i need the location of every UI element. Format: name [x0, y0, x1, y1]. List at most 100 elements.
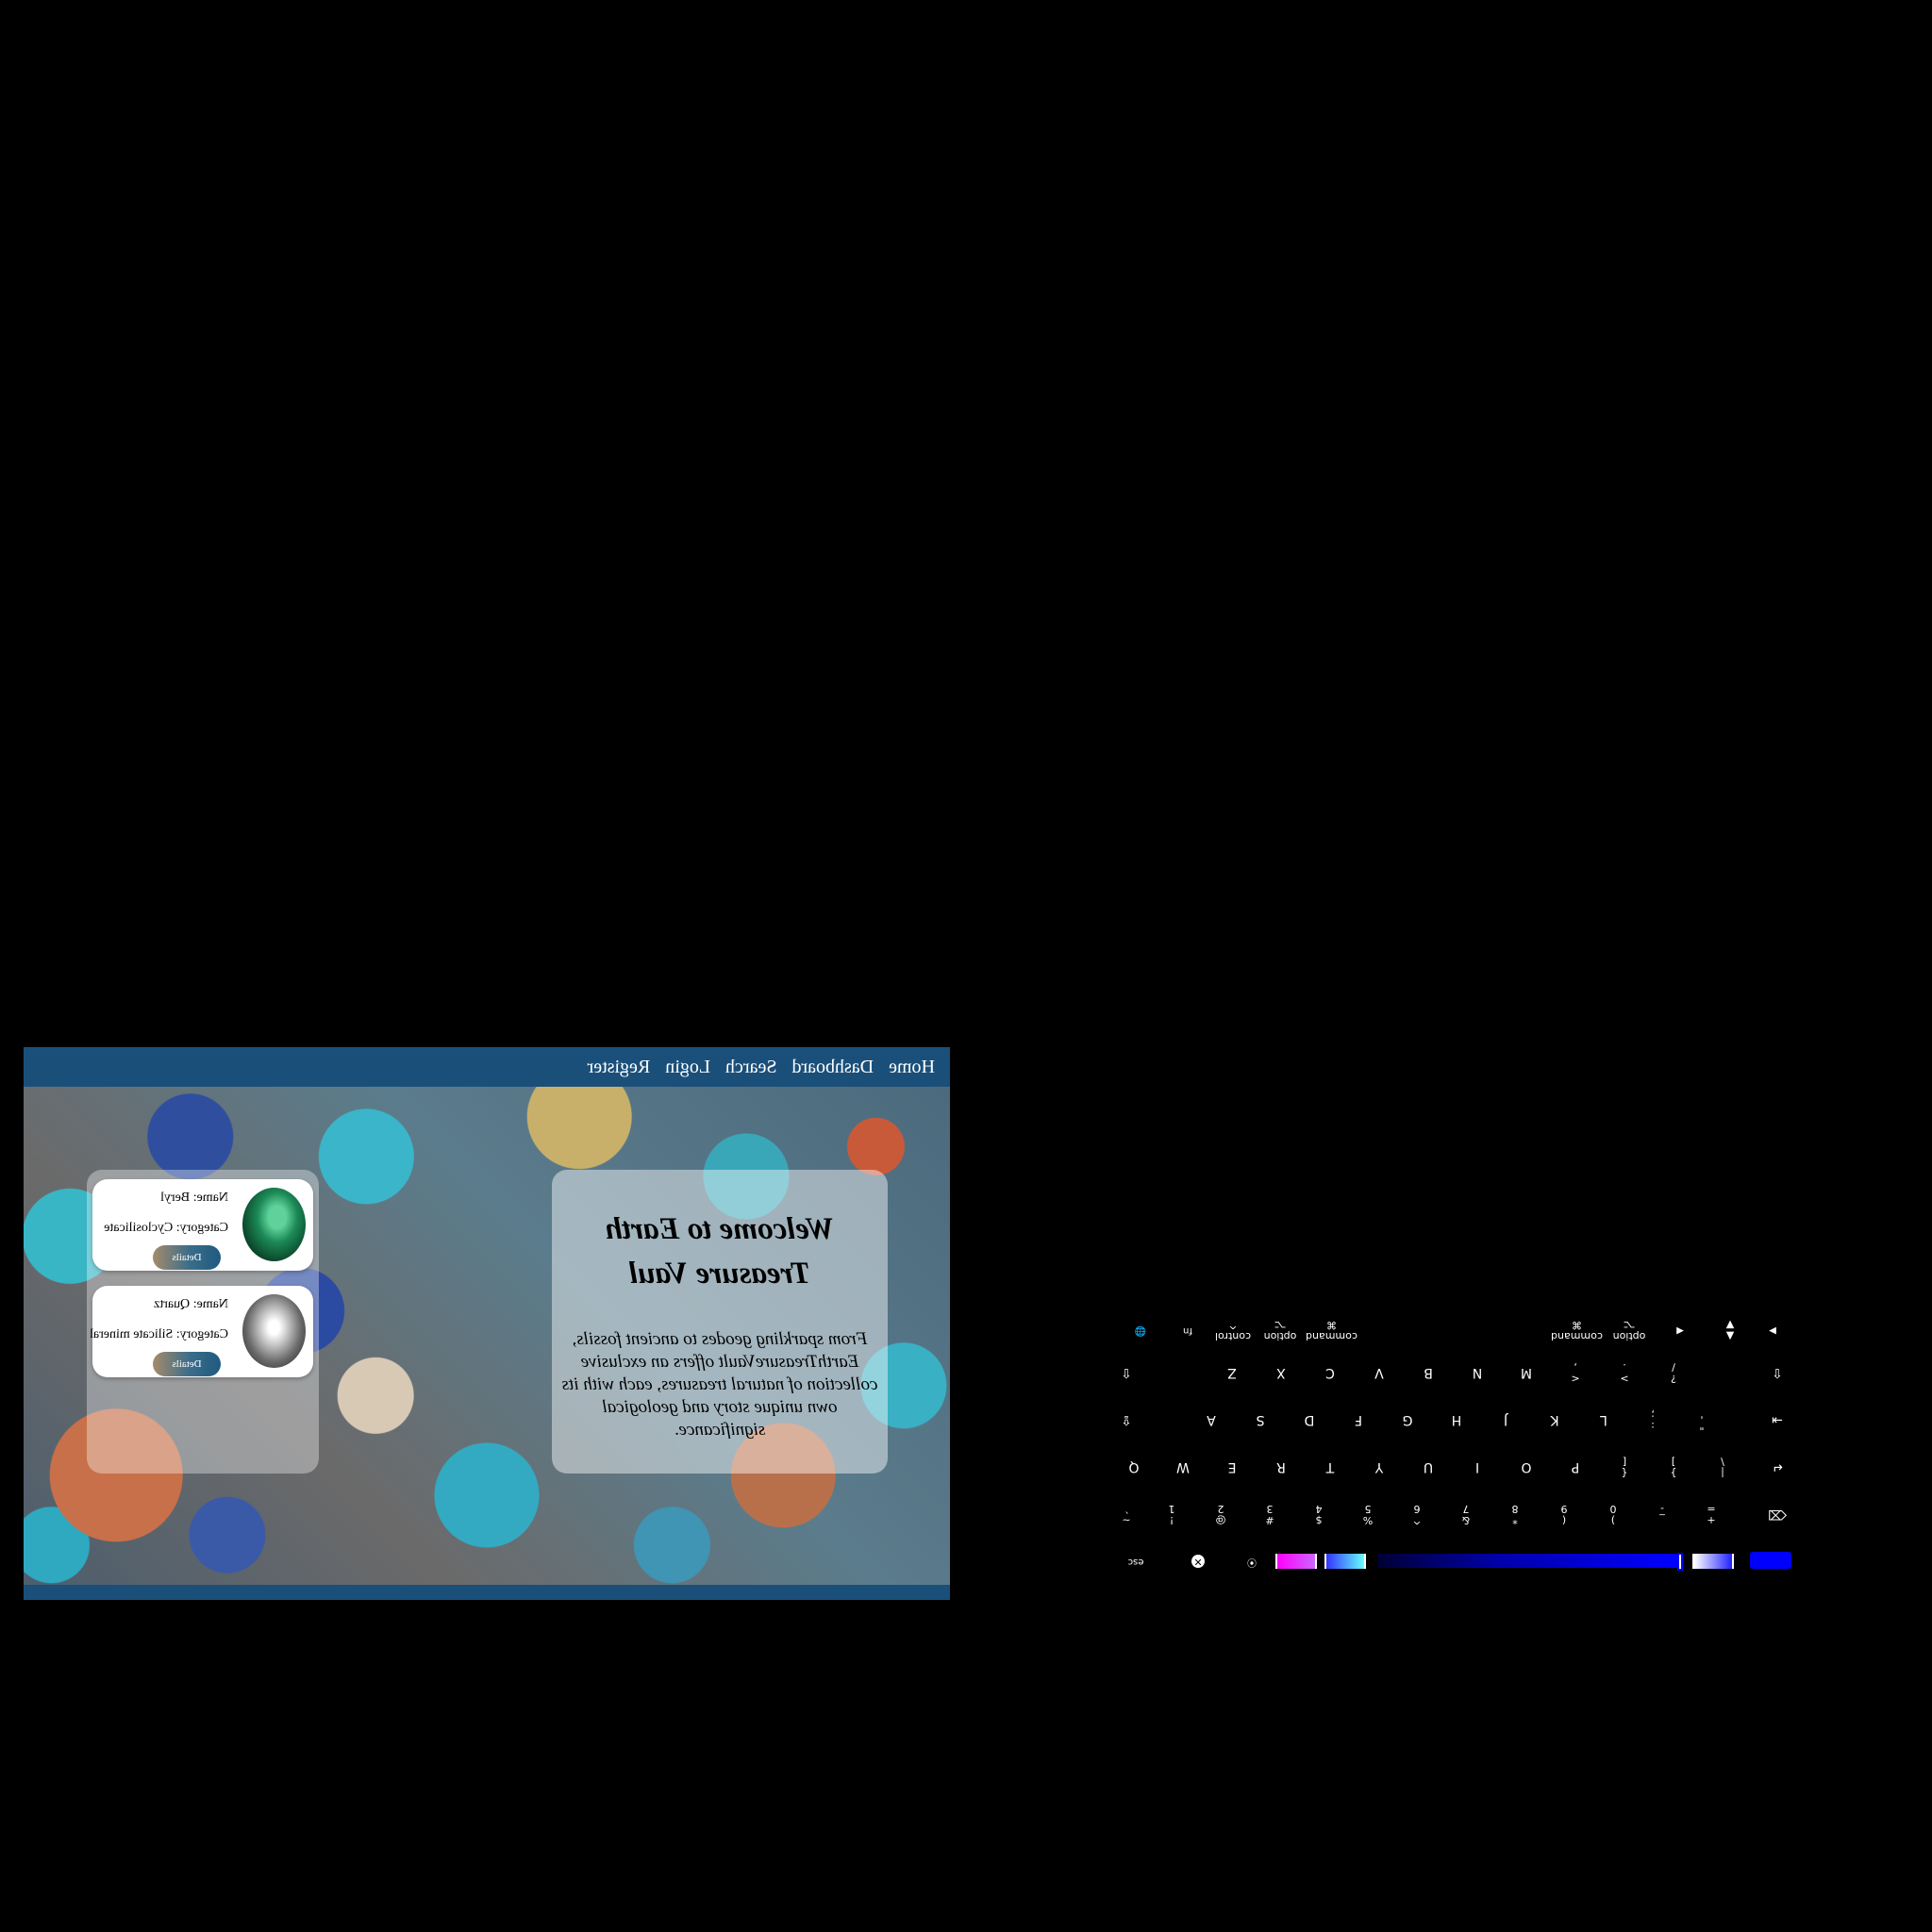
gem-name: Name: Quartz	[154, 1297, 228, 1311]
key-period[interactable]: >.	[1606, 1354, 1643, 1391]
key-p[interactable]: P	[1557, 1448, 1594, 1486]
blue-color-swatch[interactable]	[1750, 1552, 1791, 1569]
opacity-swatch[interactable]	[1692, 1554, 1734, 1569]
key-4[interactable]: $4	[1300, 1495, 1338, 1533]
key-backslash[interactable]: | \	[1704, 1448, 1741, 1486]
nav-register-link[interactable]: Register	[588, 1057, 651, 1078]
key-a[interactable]: A	[1192, 1401, 1230, 1439]
key-semicolon[interactable]: :;	[1634, 1401, 1672, 1439]
cyan-swatch[interactable]	[1324, 1554, 1366, 1569]
key-u[interactable]: U	[1409, 1448, 1447, 1486]
key-top: ?	[1671, 1373, 1676, 1385]
key-backtick[interactable]: ~ `	[1108, 1495, 1145, 1533]
shift-key-right[interactable]: ⇧	[1758, 1354, 1796, 1391]
key-top: control	[1214, 1330, 1252, 1342]
key-top: )	[1610, 1514, 1616, 1526]
key-y[interactable]: Y	[1360, 1448, 1398, 1486]
key-v[interactable]: V	[1360, 1354, 1398, 1391]
key-w[interactable]: W	[1164, 1448, 1202, 1486]
key-h[interactable]: H	[1438, 1401, 1475, 1439]
details-button[interactable]: Details	[153, 1352, 221, 1376]
key-x[interactable]: X	[1262, 1354, 1300, 1391]
key-r[interactable]: R	[1262, 1448, 1300, 1486]
key-t[interactable]: T	[1311, 1448, 1349, 1486]
option-key-left[interactable]: option ⌥	[1257, 1311, 1304, 1349]
welcome-panel: Welcome to Earth Treasure Vaul From spar…	[552, 1170, 888, 1474]
esc-key[interactable]: esc	[1117, 1542, 1155, 1580]
key-bot: /	[1672, 1361, 1675, 1374]
key-c[interactable]: C	[1311, 1354, 1349, 1391]
key-top: &	[1461, 1514, 1471, 1526]
magenta-swatch[interactable]	[1275, 1554, 1317, 1569]
key-top: @	[1215, 1514, 1226, 1526]
key-1[interactable]: ! 1	[1153, 1495, 1191, 1533]
key-l[interactable]: L	[1585, 1401, 1623, 1439]
arrow-up-down-keys[interactable]: ▲ ▼	[1716, 1311, 1744, 1349]
key-j[interactable]: J	[1487, 1401, 1524, 1439]
details-button[interactable]: Details	[153, 1245, 221, 1270]
key-left-bracket[interactable]: {[	[1606, 1448, 1643, 1486]
key-bot: ⌘	[1326, 1319, 1337, 1331]
rainbow-icon[interactable]: ⦿	[1238, 1542, 1266, 1580]
key-o[interactable]: O	[1507, 1448, 1545, 1486]
key-9[interactable]: (9	[1545, 1495, 1583, 1533]
hero-rocks-background: Welcome to Earth Treasure Vaul From spar…	[24, 1087, 950, 1585]
fn-key[interactable]: fn	[1174, 1311, 1202, 1349]
caps-lock-key[interactable]: ⇪	[1108, 1401, 1145, 1439]
key-b[interactable]: B	[1409, 1354, 1447, 1391]
nav-home-link[interactable]: Home	[889, 1057, 935, 1078]
key-bot: ^	[1228, 1319, 1238, 1331]
key-bot: ⌘	[1572, 1319, 1582, 1331]
key-comma[interactable]: <,	[1557, 1354, 1594, 1391]
key-minus[interactable]: _ -	[1643, 1495, 1681, 1533]
key-bot: ⌥	[1274, 1319, 1287, 1331]
keyboard-toolbar: ⦿ ✕ esc	[1102, 1542, 1806, 1580]
nav-dashboard-link[interactable]: Dashboard	[791, 1057, 874, 1078]
arrow-right-key[interactable]: ▶	[1758, 1311, 1787, 1349]
option-key-right[interactable]: option ⌥	[1606, 1311, 1653, 1349]
key-0[interactable]: ) 0	[1594, 1495, 1632, 1533]
key-quote[interactable]: " '	[1683, 1401, 1721, 1439]
command-key-right[interactable]: command ⌘	[1551, 1311, 1603, 1349]
key-f[interactable]: F	[1340, 1401, 1377, 1439]
key-e[interactable]: E	[1213, 1448, 1251, 1486]
key-3[interactable]: #3	[1251, 1495, 1289, 1533]
key-bot: .	[1623, 1361, 1626, 1374]
key-bot: 0	[1609, 1503, 1617, 1515]
key-g[interactable]: G	[1389, 1401, 1426, 1439]
key-s[interactable]: S	[1241, 1401, 1279, 1439]
key-5[interactable]: % 5	[1349, 1495, 1387, 1533]
nav-search-link[interactable]: Search	[725, 1057, 776, 1078]
shift-key-left[interactable]: ⇧	[1108, 1354, 1145, 1391]
key-i[interactable]: I	[1458, 1448, 1496, 1486]
backspace-key[interactable]: ⌫	[1758, 1495, 1796, 1533]
key-2[interactable]: @2	[1202, 1495, 1240, 1533]
key-z[interactable]: Z	[1213, 1354, 1251, 1391]
key-k[interactable]: K	[1536, 1401, 1574, 1439]
nav-login-link[interactable]: Login	[665, 1057, 710, 1078]
close-icon[interactable]: ✕	[1191, 1555, 1205, 1568]
blue-brightness-slider[interactable]	[1377, 1554, 1679, 1568]
key-q[interactable]: Q	[1115, 1448, 1153, 1486]
key-n[interactable]: N	[1458, 1354, 1496, 1391]
key-bot: ,	[1574, 1361, 1577, 1374]
key-slash[interactable]: ? /	[1655, 1354, 1692, 1391]
key-top: *	[1512, 1514, 1518, 1526]
top-navbar: Home Dashboard Search Login Register	[24, 1047, 950, 1087]
key-bot: `	[1124, 1503, 1129, 1515]
key-6[interactable]: ^ 6	[1398, 1495, 1436, 1533]
key-right-bracket[interactable]: }]	[1655, 1448, 1692, 1486]
return-key[interactable]: ↵	[1758, 1448, 1796, 1486]
arrow-down-icon: ▼	[1725, 1319, 1735, 1331]
key-bot: \	[1721, 1456, 1724, 1468]
arrow-left-key[interactable]: ◀	[1666, 1311, 1694, 1349]
key-8[interactable]: * 8	[1496, 1495, 1534, 1533]
key-equals[interactable]: + =	[1692, 1495, 1730, 1533]
globe-icon[interactable]: 🌐	[1126, 1311, 1155, 1349]
key-d[interactable]: D	[1291, 1401, 1328, 1439]
key-7[interactable]: & 7	[1447, 1495, 1485, 1533]
key-m[interactable]: M	[1507, 1354, 1545, 1391]
control-key[interactable]: control ^	[1209, 1311, 1257, 1349]
command-key-left[interactable]: command ⌘	[1306, 1311, 1357, 1349]
tab-key[interactable]: ⇥	[1758, 1401, 1796, 1439]
